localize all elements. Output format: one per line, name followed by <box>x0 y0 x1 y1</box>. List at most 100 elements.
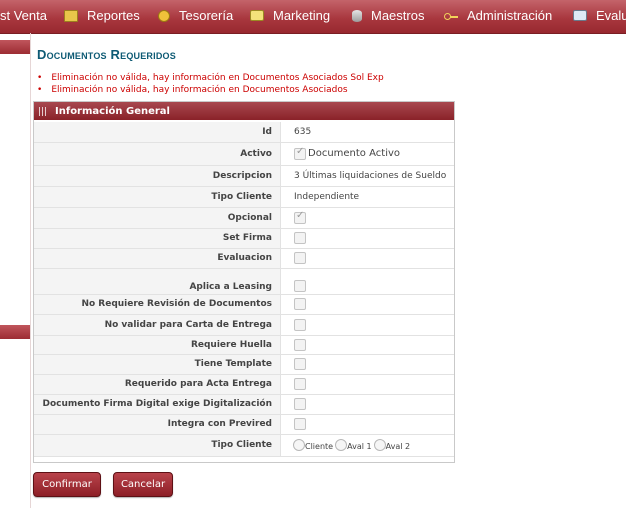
form-row: No Requiere Revisión de Documentos <box>34 294 454 315</box>
radio-aval-1[interactable] <box>335 439 348 451</box>
menu-item-label: Tesorería <box>179 8 234 23</box>
field-label: No Requiere Revisión de Documentos <box>34 294 281 315</box>
activo-checkbox-label: Documento Activo <box>308 148 401 159</box>
field-label: Documento Firma Digital exige Digitaliza… <box>34 394 281 415</box>
field-label: Tipo Cliente <box>34 186 281 208</box>
tiene-template-cell <box>280 354 454 375</box>
evaluacion-checkbox[interactable] <box>294 252 306 264</box>
menu-item-post-venta[interactable]: st Venta <box>0 8 47 23</box>
form-row: Activo Documento Activo <box>34 142 454 166</box>
form-row: Evaluacion <box>34 248 454 269</box>
field-label: Tiene Template <box>34 354 281 375</box>
grip-icon <box>39 106 48 116</box>
no-requiere-revision-cell <box>280 294 454 315</box>
radio-cliente[interactable] <box>293 439 305 451</box>
opcional-checkbox[interactable] <box>294 210 306 224</box>
field-label: Integra con Previred <box>34 414 281 435</box>
left-sidebar <box>0 33 31 508</box>
folder-icon <box>64 9 78 22</box>
no-requiere-revision-checkbox[interactable] <box>294 298 306 310</box>
form-row: Set Firma <box>34 228 454 249</box>
database-icon <box>352 9 362 22</box>
sidebar-tab[interactable] <box>0 325 30 339</box>
field-label: Opcional <box>34 207 281 229</box>
form-row: Documento Firma Digital exige Digitaliza… <box>34 394 454 415</box>
requerido-acta-checkbox[interactable] <box>294 378 306 390</box>
field-label: Descripcion <box>34 165 281 187</box>
cancel-button[interactable]: Cancelar <box>113 472 173 497</box>
form-row: Tipo Cliente Independiente <box>34 186 454 208</box>
menu-item-administracion[interactable]: Administración <box>444 8 552 23</box>
menu-item-maestros[interactable]: Maestros <box>352 8 424 23</box>
form-row: Descripcion 3 Últimas liquidaciones de S… <box>34 165 454 187</box>
form-row: Tiene Template <box>34 354 454 375</box>
integra-previred-cell <box>280 414 454 435</box>
no-validar-carta-checkbox[interactable] <box>294 318 306 331</box>
top-menu-bar: st Venta Reportes Tesorería Marketing Ma… <box>0 0 626 34</box>
menu-item-label: Reportes <box>87 8 140 23</box>
form-row: Integra con Previred <box>34 414 454 435</box>
activo-cell: Documento Activo <box>280 142 454 166</box>
integra-previred-checkbox[interactable] <box>294 418 306 430</box>
evaluation-icon <box>573 10 587 21</box>
menu-item-label: Evalu <box>596 8 626 23</box>
radio-label: Aval 1 <box>347 442 372 451</box>
error-list: Eliminación no válida, hay información e… <box>37 72 384 96</box>
radio-aval-2[interactable] <box>373 439 386 451</box>
aplica-leasing-checkbox[interactable] <box>294 279 306 292</box>
field-label: Activo <box>34 142 281 166</box>
menu-item-reportes[interactable]: Reportes <box>64 8 140 23</box>
field-label: Requerido para Acta Entrega <box>34 374 281 395</box>
form-row: Aplica a Leasing <box>34 268 454 295</box>
set-firma-checkbox[interactable] <box>294 232 306 244</box>
firma-digital-checkbox[interactable] <box>294 398 306 410</box>
evaluacion-cell <box>280 248 454 269</box>
activo-checkbox[interactable] <box>294 146 306 160</box>
aplica-leasing-cell <box>280 268 454 295</box>
field-label: Evaluacion <box>34 248 281 269</box>
form-row: No validar para Carta de Entrega <box>34 314 454 336</box>
form-row: Requiere Huella <box>34 335 454 355</box>
form-row: Requerido para Acta Entrega <box>34 374 454 395</box>
requiere-huella-cell <box>280 335 454 355</box>
tiene-template-checkbox[interactable] <box>294 358 306 370</box>
field-label: Aplica a Leasing <box>34 268 281 295</box>
menu-item-label: Maestros <box>371 8 425 23</box>
page-title: Documentos Requeridos <box>37 47 176 62</box>
id-value: 635 <box>280 122 454 143</box>
key-icon <box>444 12 458 20</box>
general-info-form: Id 635 Activo Documento Activo Descripci… <box>34 122 454 457</box>
form-row: Tipo Cliente Cliente Aval 1 Aval 2 <box>34 434 454 457</box>
error-message: Eliminación no válida, hay información e… <box>37 72 383 84</box>
firma-digital-cell <box>280 394 454 415</box>
confirm-button[interactable]: Confirmar <box>33 472 101 497</box>
descripcion-value: 3 Últimas liquidaciones de Sueldo <box>280 165 454 187</box>
opcional-cell <box>280 207 454 229</box>
requiere-huella-checkbox[interactable] <box>294 338 306 351</box>
field-label: Requiere Huella <box>34 335 281 355</box>
tipo-cliente-radio-cell: Cliente Aval 1 Aval 2 <box>280 434 454 457</box>
field-label: Id <box>34 122 281 143</box>
requerido-acta-cell <box>280 374 454 395</box>
tipo-cliente-value: Independiente <box>280 186 454 208</box>
set-firma-cell <box>280 228 454 249</box>
menu-item-label: Administración <box>467 8 553 23</box>
general-info-panel: Información General Id 635 Activo Docume… <box>33 101 455 463</box>
sidebar-tab[interactable] <box>0 40 30 54</box>
menu-item-tesoreria[interactable]: Tesorería <box>158 8 233 23</box>
radio-label: Cliente <box>305 442 334 451</box>
form-row: Id 635 <box>34 122 454 143</box>
coin-icon <box>158 9 170 22</box>
menu-item-marketing[interactable]: Marketing <box>250 8 330 23</box>
field-label: Tipo Cliente <box>34 434 281 457</box>
form-row: Opcional <box>34 207 454 229</box>
panel-title: Información General <box>55 105 170 117</box>
no-validar-carta-cell <box>280 314 454 336</box>
error-message: Eliminación no válida, hay información e… <box>37 84 384 96</box>
radio-label: Aval 2 <box>385 442 411 451</box>
menu-item-label: st Venta <box>0 8 47 23</box>
field-label: No validar para Carta de Entrega <box>34 314 281 336</box>
menu-item-evaluacion[interactable]: Evalu <box>573 8 626 23</box>
field-label: Set Firma <box>34 228 281 249</box>
panel-header: Información General <box>34 102 454 120</box>
